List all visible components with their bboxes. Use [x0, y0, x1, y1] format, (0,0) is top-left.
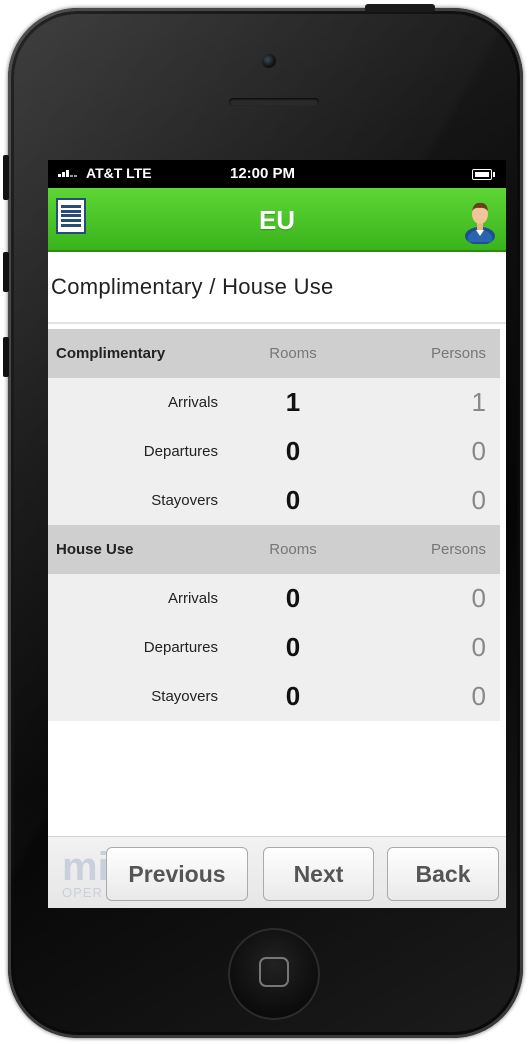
row-label: Stayovers: [48, 476, 248, 525]
rooms-value: 0: [248, 672, 338, 721]
section-name: House Use: [48, 525, 248, 574]
persons-column-header: Persons: [338, 525, 500, 574]
persons-value: 0: [338, 476, 500, 525]
status-time: 12:00 PM: [230, 165, 296, 182]
camera: [262, 54, 276, 68]
volume-up-button: [3, 252, 9, 292]
persons-value: 0: [338, 427, 500, 476]
previous-button[interactable]: Previous: [106, 847, 248, 901]
table-row: Departures 0 0: [48, 427, 500, 476]
footer-toolbar: mi OPER Previous Next Back: [48, 836, 506, 908]
user-icon[interactable]: [462, 196, 498, 244]
persons-value: 0: [338, 623, 500, 672]
section-name: Complimentary: [48, 329, 248, 378]
battery-icon: [472, 169, 495, 180]
rooms-value: 0: [248, 476, 338, 525]
section-header-complimentary: Complimentary Rooms Persons: [48, 329, 500, 378]
speaker: [229, 98, 319, 106]
rooms-column-header: Rooms: [248, 329, 338, 378]
home-square-icon: [259, 957, 289, 987]
page-title: Complimentary / House Use: [51, 274, 334, 299]
row-label: Departures: [48, 427, 248, 476]
next-button[interactable]: Next: [263, 847, 374, 901]
power-button: [365, 4, 435, 12]
signal-icon: [58, 170, 77, 177]
status-bar: AT&T LTE 12:00 PM: [48, 160, 506, 188]
rooms-value: 0: [248, 427, 338, 476]
rooms-value: 0: [248, 574, 338, 623]
row-label: Arrivals: [48, 378, 248, 427]
rooms-value: 0: [248, 623, 338, 672]
table-row: Stayovers 0 0: [48, 476, 500, 525]
persons-value: 1: [338, 378, 500, 427]
app-screen: AT&T LTE 12:00 PM EU Complimentary / Hou…: [48, 160, 506, 908]
rooms-column-header: Rooms: [248, 525, 338, 574]
carrier-label: AT&T LTE: [86, 165, 152, 181]
row-label: Stayovers: [48, 672, 248, 721]
app-header: EU: [48, 188, 506, 252]
row-label: Arrivals: [48, 574, 248, 623]
page-title-area: Complimentary / House Use: [48, 252, 506, 324]
persons-value: 0: [338, 672, 500, 721]
volume-down-button: [3, 337, 9, 377]
table-row: Arrivals 0 0: [48, 574, 500, 623]
mute-switch: [3, 155, 9, 200]
table-row: Departures 0 0: [48, 623, 500, 672]
brand-logo: mi: [62, 845, 109, 889]
section-header-house-use: House Use Rooms Persons: [48, 525, 500, 574]
summary-table: Complimentary Rooms Persons Arrivals 1 1…: [48, 329, 500, 721]
persons-value: 0: [338, 574, 500, 623]
persons-column-header: Persons: [338, 329, 500, 378]
row-label: Departures: [48, 623, 248, 672]
back-button[interactable]: Back: [387, 847, 499, 901]
brand-logo-subtext: OPER: [62, 885, 103, 900]
table-row: Stayovers 0 0: [48, 672, 500, 721]
rooms-value: 1: [248, 378, 338, 427]
header-title: EU: [258, 205, 296, 235]
table-row: Arrivals 1 1: [48, 378, 500, 427]
